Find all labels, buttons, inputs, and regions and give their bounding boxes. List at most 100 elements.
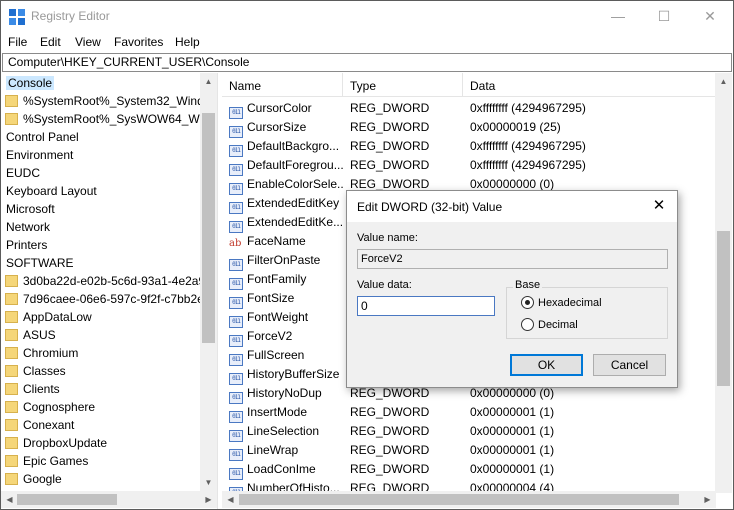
column-header-type[interactable]: Type <box>343 73 463 97</box>
folder-icon <box>5 347 18 359</box>
cancel-button[interactable]: Cancel <box>593 354 666 376</box>
menu-view[interactable]: View <box>75 35 101 49</box>
value-name-cell: 011 CursorColor <box>229 99 343 119</box>
tree-item[interactable]: Console <box>6 74 55 92</box>
folder-icon <box>5 455 18 467</box>
address-bar[interactable]: Computer\HKEY_CURRENT_USER\Console <box>2 53 732 72</box>
tree-item[interactable]: Chromium <box>5 344 78 362</box>
tree-item[interactable]: EUDC <box>6 164 40 182</box>
value-data: 0x00000001 (1) <box>470 424 555 438</box>
list-hscroll-thumb[interactable] <box>239 494 679 505</box>
list-vertical-scrollbar[interactable]: ▲ <box>715 73 732 493</box>
value-row[interactable]: 011 LoadConIme REG_DWORD 0x00000001 (1) <box>222 460 716 480</box>
tree-item[interactable]: AppDataLow <box>5 308 92 326</box>
value-type: REG_DWORD <box>350 443 430 457</box>
tree-item[interactable]: %SystemRoot%_SysWOW64_Wind <box>5 110 216 128</box>
menu-favorites[interactable]: Favorites <box>114 35 163 49</box>
list-header: Name Type Data <box>222 73 716 97</box>
value-row[interactable]: 011 DefaultForegrou... REG_DWORD 0xffffffff… <box>222 156 716 176</box>
value-name-label: Value name: <box>357 232 418 244</box>
tree-item[interactable]: Printers <box>6 236 47 254</box>
value-name-cell: 011 CursorSize <box>229 118 343 138</box>
minimize-button[interactable]: — <box>595 1 641 31</box>
tree-item-label: %SystemRoot%_System32_Windo <box>23 94 211 108</box>
value-name: LineWrap <box>247 443 299 457</box>
tree-item[interactable]: Environment <box>6 146 73 164</box>
value-row[interactable]: 011 CursorColor REG_DWORD 0xffffffff (42949… <box>222 99 716 119</box>
tree-item[interactable]: Google <box>5 470 62 488</box>
dialog-title: Edit DWORD (32-bit) Value <box>357 200 503 214</box>
value-type: REG_DWORD <box>350 405 430 419</box>
tree-item[interactable]: DropboxUpdate <box>5 434 107 452</box>
list-horizontal-scrollbar[interactable]: ◀ ▶ <box>222 491 716 508</box>
folder-icon <box>5 365 18 377</box>
value-row[interactable]: 011 LineSelection REG_DWORD 0x00000001 (1) <box>222 422 716 442</box>
scroll-down-icon[interactable]: ▼ <box>200 474 217 491</box>
tree-item-label: Microsoft <box>6 202 55 216</box>
value-name: FullScreen <box>247 348 305 362</box>
tree-item[interactable]: Network <box>6 218 50 236</box>
tree-item[interactable]: Control Panel <box>6 128 79 146</box>
tree-item[interactable]: Clients <box>5 380 60 398</box>
tree-item-label: Network <box>6 220 51 234</box>
tree-item[interactable]: %SystemRoot%_System32_Windo <box>5 92 210 110</box>
key-tree[interactable]: Console %SystemRoot%_System32_Windo %Syste… <box>1 73 217 509</box>
column-header-name[interactable]: Name <box>222 73 343 97</box>
tree-item[interactable]: Cognosphere <box>5 398 95 416</box>
menu-edit[interactable]: Edit <box>40 35 61 49</box>
menu-help[interactable]: Help <box>175 35 200 49</box>
folder-icon <box>5 401 18 413</box>
tree-hscroll-thumb[interactable] <box>17 494 117 505</box>
value-row[interactable]: 011 CursorSize REG_DWORD 0x00000019 (25) <box>222 118 716 138</box>
value-name: ExtendedEditKey <box>247 196 340 210</box>
tree-item[interactable]: 7d96caee-06e6-597c-9f2f-c7bb2e <box>5 290 204 308</box>
title-bar[interactable]: Registry Editor — ☐ ✕ <box>1 1 733 32</box>
folder-icon <box>5 473 18 485</box>
close-button[interactable]: ✕ <box>687 1 733 31</box>
value-name-cell: 011 DefaultBackgro... <box>229 137 343 157</box>
value-row[interactable]: 011 InsertMode REG_DWORD 0x00000001 (1) <box>222 403 716 423</box>
tree-scroll-thumb[interactable] <box>202 113 215 343</box>
tree-item[interactable]: Classes <box>5 362 66 380</box>
dialog-title-bar[interactable]: Edit DWORD (32-bit) Value ✕ <box>347 191 677 222</box>
tree-vertical-scrollbar[interactable]: ▲ ▼ <box>200 73 217 491</box>
hexadecimal-radio[interactable]: Hexadecimal <box>521 296 602 309</box>
scroll-up-icon[interactable]: ▲ <box>715 73 732 90</box>
scroll-left-icon[interactable]: ◀ <box>222 491 239 508</box>
scroll-up-icon[interactable]: ▲ <box>200 73 217 90</box>
hexadecimal-label: Hexadecimal <box>538 296 602 309</box>
tree-item-label: Chromium <box>23 346 79 360</box>
tree-item[interactable]: Microsoft <box>6 200 55 218</box>
decimal-radio[interactable]: Decimal <box>521 318 578 331</box>
window-title: Registry Editor <box>31 9 110 23</box>
scroll-left-icon[interactable]: ◀ <box>1 491 18 508</box>
string-value-icon: ab <box>229 238 242 249</box>
value-row[interactable]: 011 LineWrap REG_DWORD 0x00000001 (1) <box>222 441 716 461</box>
scroll-right-icon[interactable]: ▶ <box>200 491 217 508</box>
value-name-cell: 011 FullScreen <box>229 346 343 366</box>
column-header-data[interactable]: Data <box>463 73 716 97</box>
menu-file[interactable]: File <box>8 35 27 49</box>
tree-horizontal-scrollbar[interactable]: ◀ ▶ <box>1 491 217 508</box>
dialog-close-icon[interactable]: ✕ <box>649 196 669 216</box>
tree-item[interactable]: Conexant <box>5 416 74 434</box>
tree-item-label: Cognosphere <box>23 400 96 414</box>
maximize-button[interactable]: ☐ <box>641 1 687 31</box>
list-scroll-thumb[interactable] <box>717 231 730 386</box>
folder-icon <box>5 383 18 395</box>
value-data-input[interactable]: 0 <box>357 296 495 316</box>
value-name-cell: 011 FontWeight <box>229 308 343 328</box>
value-name: LoadConIme <box>247 462 316 476</box>
value-data: 0x00000019 (25) <box>470 120 561 134</box>
ok-button[interactable]: OK <box>510 354 583 376</box>
tree-item[interactable]: Keyboard Layout <box>6 182 97 200</box>
tree-item[interactable]: ASUS <box>5 326 56 344</box>
scroll-right-icon[interactable]: ▶ <box>699 491 716 508</box>
tree-item[interactable]: Epic Games <box>5 452 88 470</box>
value-row[interactable]: 011 DefaultBackgro... REG_DWORD 0xffffffff … <box>222 137 716 157</box>
tree-item[interactable]: 3d0ba22d-e02b-5c6d-93a1-4e2a9 <box>5 272 205 290</box>
tree-item[interactable]: SOFTWARE <box>6 254 74 272</box>
minimize-icon: — <box>611 8 625 24</box>
tree-item-label: ASUS <box>23 328 56 342</box>
value-name-cell: 011 EnableColorSele... <box>229 175 343 195</box>
